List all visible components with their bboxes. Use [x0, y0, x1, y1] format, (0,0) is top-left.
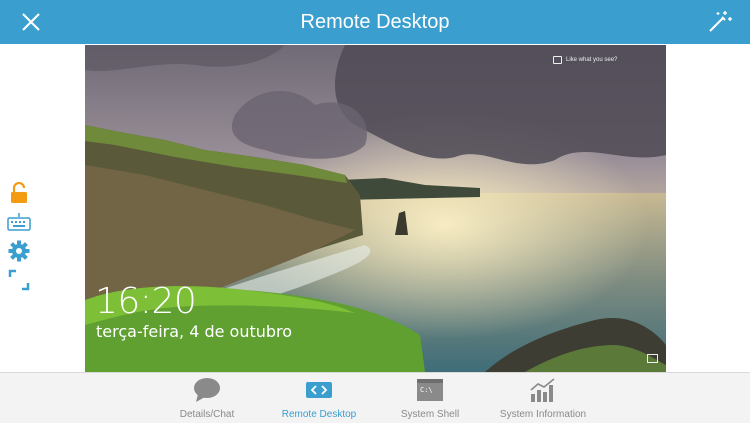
like-what-you-see-prompt[interactable]: Like what you see? [553, 56, 617, 64]
tab-label: System Shell [400, 409, 460, 420]
side-toolbar [6, 180, 32, 296]
gear-icon [8, 240, 30, 262]
fullscreen-icon [8, 269, 30, 291]
tab-remote-desktop[interactable]: Remote Desktop [264, 377, 374, 423]
tab-label: Details/Chat [179, 409, 235, 420]
bottom-tab-bar: Details/Chat Remote Desktop C:\ System S… [0, 372, 750, 423]
like-prompt-text: Like what you see? [566, 57, 618, 63]
remote-desktop-screen[interactable]: Like what you see? 16:20 terça-feira, 4 … [85, 45, 666, 372]
comment-icon [553, 56, 562, 64]
svg-text:C:\: C:\ [420, 386, 433, 394]
terminal-icon: C:\ [417, 379, 443, 401]
fullscreen-button[interactable] [6, 267, 32, 293]
notification-icon[interactable] [647, 354, 658, 363]
tab-system-information[interactable]: System Information [488, 377, 598, 423]
chat-bubble-icon [194, 378, 220, 402]
keyboard-icon [7, 213, 31, 231]
tab-details-chat[interactable]: Details/Chat [152, 377, 262, 423]
remote-desktop-icon [306, 382, 332, 398]
settings-button[interactable] [6, 238, 32, 264]
app-header: Remote Desktop [0, 0, 750, 44]
tab-label: Remote Desktop [281, 409, 357, 420]
tab-label: System Information [499, 409, 587, 420]
unlock-button[interactable] [6, 180, 32, 206]
lockscreen-time: 16:20 [95, 281, 197, 322]
bar-chart-icon [530, 378, 555, 402]
unlock-icon [11, 182, 27, 203]
tab-system-shell[interactable]: C:\ System Shell [375, 377, 485, 423]
lockscreen-date: terça-feira, 4 de outubro [96, 322, 293, 341]
magic-wand-icon[interactable] [706, 9, 732, 35]
keyboard-button[interactable] [6, 209, 32, 235]
page-title: Remote Desktop [300, 11, 450, 33]
